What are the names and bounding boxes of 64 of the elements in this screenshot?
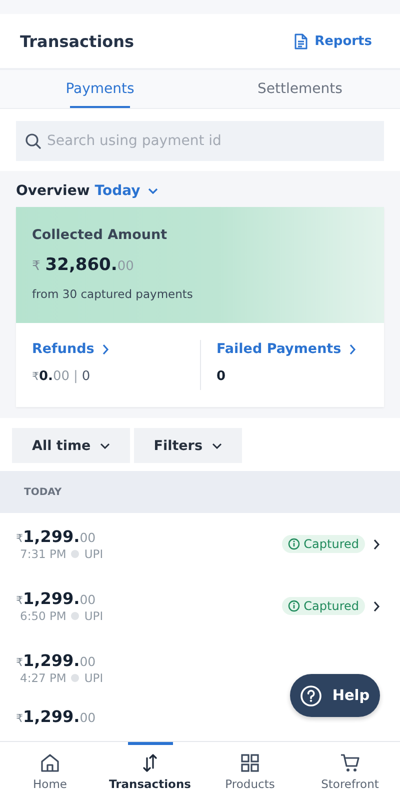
amount-value: 1,299. xyxy=(23,707,80,726)
status-badge: Captured xyxy=(282,597,365,615)
amount-fraction: 00 xyxy=(117,259,134,274)
payment-method: UPI xyxy=(84,609,104,623)
nav-tab[interactable]: Products xyxy=(200,742,300,800)
chevron-right-icon xyxy=(349,344,356,354)
nav-tab[interactable]: Home xyxy=(0,742,100,800)
home-icon xyxy=(39,752,61,774)
amount-fraction: 00 xyxy=(80,654,96,669)
separator-dot xyxy=(71,612,80,620)
status-badge: Captured xyxy=(282,535,365,553)
payment-method: UPI xyxy=(84,671,104,685)
search-field[interactable]: Search using payment id xyxy=(16,121,384,161)
amount-value: 1,299. xyxy=(23,589,80,608)
chevron-right-icon xyxy=(373,538,380,550)
chevron-down-icon xyxy=(100,442,110,448)
separator-dot xyxy=(71,550,80,558)
amount-value: 32,860. xyxy=(45,255,118,275)
separator: | xyxy=(74,369,78,384)
amount-value: 1,299. xyxy=(23,651,80,670)
collected-title: Collected Amount xyxy=(32,227,168,243)
refunds-link[interactable]: Refunds xyxy=(32,341,184,357)
info-icon xyxy=(288,600,300,612)
nav-tab[interactable]: Storefront xyxy=(300,742,400,800)
payment-time: 4:27 PM xyxy=(20,671,66,685)
failed-payments-link[interactable]: Failed Payments xyxy=(216,341,368,357)
payment-method: UPI xyxy=(84,547,104,561)
amount-fraction: 00 xyxy=(80,592,96,607)
currency-symbol: ₹ xyxy=(16,656,23,669)
currency-symbol: ₹ xyxy=(32,259,40,274)
currency-symbol: ₹ xyxy=(16,594,23,607)
filter-dropdown[interactable]: All time xyxy=(12,428,130,463)
chevron-right-icon xyxy=(373,600,380,612)
amount-fraction: 00 xyxy=(80,710,96,725)
chevron-right-icon xyxy=(102,344,110,354)
amount-fraction: 00 xyxy=(80,530,96,545)
payment-time: 6:50 PM xyxy=(20,609,66,623)
amount-value: 1,299. xyxy=(23,527,80,546)
overview-label: Overview xyxy=(16,183,90,199)
failed-count: 0 xyxy=(216,369,226,384)
filter-dropdown[interactable]: Filters xyxy=(134,428,242,463)
amount-fraction: 00 xyxy=(52,369,70,384)
tab[interactable]: Settlements xyxy=(200,70,400,108)
payment-time: 7:31 PM xyxy=(20,547,66,561)
chevron-down-icon xyxy=(148,188,158,194)
section-header: TODAY xyxy=(0,471,400,513)
document-icon xyxy=(294,32,308,50)
payments-note: from 30 captured payments xyxy=(32,287,194,301)
currency-symbol: ₹ xyxy=(16,532,23,545)
chevron-down-icon xyxy=(212,442,222,448)
refund-count: 0 xyxy=(82,369,90,384)
reports-link[interactable]: Reports xyxy=(294,32,372,50)
currency-symbol: ₹ xyxy=(32,370,39,383)
search-icon xyxy=(25,133,41,149)
period-dropdown[interactable]: Today xyxy=(94,183,158,199)
refund-amount: 0. xyxy=(39,369,53,384)
info-icon xyxy=(288,538,300,550)
help-button[interactable]: Help xyxy=(290,674,380,717)
currency-symbol: ₹ xyxy=(16,712,23,725)
cart-icon xyxy=(339,752,361,774)
grid-icon xyxy=(239,752,261,774)
question-icon xyxy=(300,684,322,706)
separator-dot xyxy=(71,674,80,682)
page-title: Transactions xyxy=(20,32,134,50)
